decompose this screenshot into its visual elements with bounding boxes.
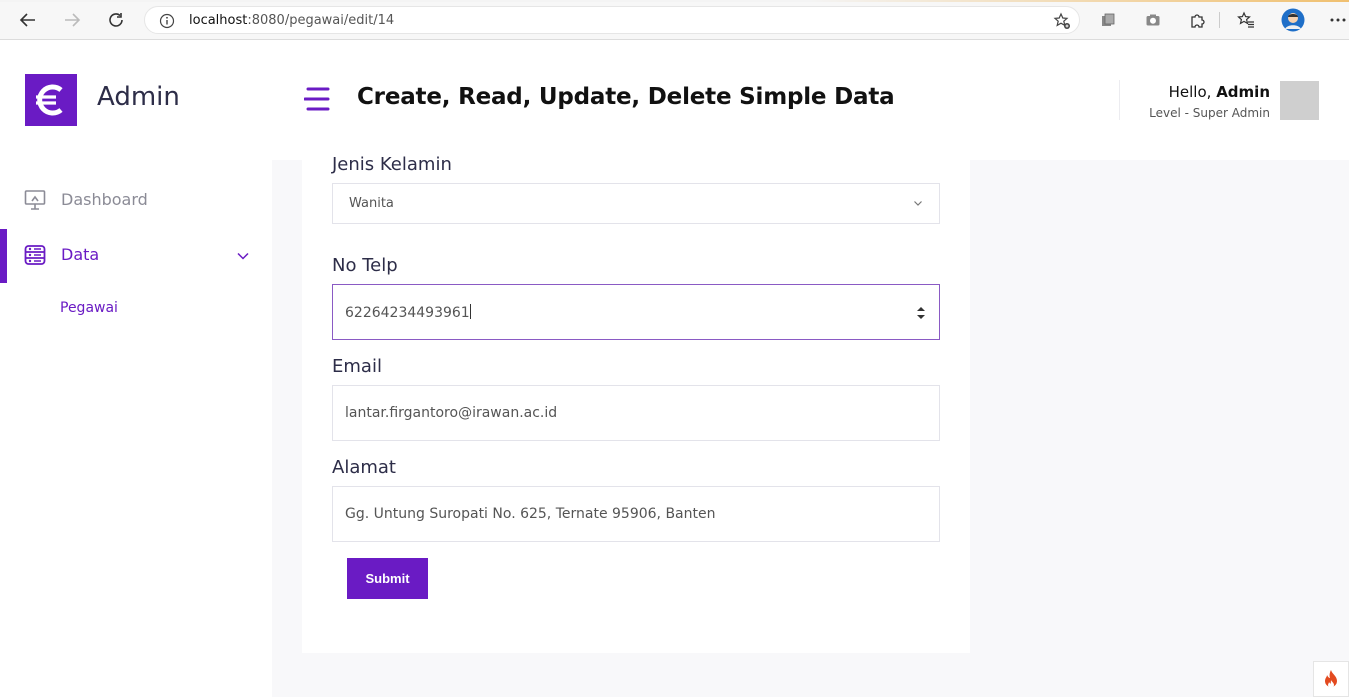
sidebar: Admin Dashboard Data Pegawai bbox=[0, 40, 272, 697]
forward-button[interactable] bbox=[60, 8, 84, 32]
user-level: Level - Super Admin bbox=[1149, 106, 1270, 120]
email-field-value: lantar.firgantoro@irawan.ac.id bbox=[345, 405, 558, 421]
email-field[interactable]: lantar.firgantoro@irawan.ac.id bbox=[332, 385, 940, 441]
page-header: Create, Read, Update, Delete Simple Data… bbox=[272, 40, 1349, 160]
brand-name: Admin bbox=[97, 82, 180, 112]
gender-label: Jenis Kelamin bbox=[332, 154, 452, 175]
address-label: Alamat bbox=[332, 457, 396, 478]
forward-arrow-icon bbox=[65, 13, 81, 27]
reload-button[interactable] bbox=[104, 8, 128, 32]
logo[interactable] bbox=[25, 74, 77, 126]
url-host: localhost bbox=[189, 13, 248, 28]
reload-icon bbox=[109, 13, 123, 27]
chevron-down-icon bbox=[914, 201, 922, 206]
flame-icon bbox=[1325, 670, 1337, 688]
sidebar-item-data[interactable]: Data bbox=[0, 229, 272, 283]
info-icon[interactable] bbox=[159, 13, 175, 29]
submit-button[interactable]: Submit bbox=[347, 558, 428, 599]
browser-toolbar: localhost:8080/pegawai/edit/14 bbox=[0, 0, 1349, 40]
address-field[interactable]: Gg. Untung Suropati No. 625, Ternate 959… bbox=[332, 486, 940, 542]
address-bar[interactable]: localhost:8080/pegawai/edit/14 bbox=[144, 6, 1080, 34]
url-path: :8080/pegawai/edit/14 bbox=[247, 13, 395, 28]
greeting-prefix: Hello, bbox=[1168, 83, 1212, 101]
database-icon bbox=[24, 245, 46, 265]
header-divider bbox=[1119, 80, 1120, 120]
page-title: Create, Read, Update, Delete Simple Data bbox=[357, 84, 895, 110]
submenu-item-pegawai[interactable]: Pegawai bbox=[60, 300, 118, 316]
loading-line bbox=[0, 0, 1349, 2]
user-greeting: Hello, Admin bbox=[1169, 83, 1270, 101]
more-options-icon[interactable] bbox=[1328, 10, 1348, 30]
sidebar-item-dashboard[interactable]: Dashboard bbox=[0, 174, 272, 228]
toolbar-divider bbox=[1219, 12, 1220, 28]
back-button[interactable] bbox=[16, 8, 40, 32]
chevron-down-icon bbox=[237, 252, 249, 260]
user-name: Admin bbox=[1216, 83, 1270, 101]
text-cursor bbox=[469, 304, 471, 319]
monitor-icon bbox=[24, 190, 46, 210]
phone-field[interactable]: 62264234493961 bbox=[332, 284, 940, 340]
email-label: Email bbox=[332, 356, 382, 377]
gender-select[interactable]: Wanita bbox=[332, 183, 940, 224]
avatar[interactable] bbox=[1280, 81, 1319, 120]
phone-field-value: 62264234493961 bbox=[345, 304, 471, 321]
collections-icon[interactable] bbox=[1098, 10, 1118, 30]
back-arrow-icon bbox=[19, 13, 35, 27]
extensions-icon[interactable] bbox=[1187, 10, 1207, 30]
active-indicator bbox=[0, 229, 7, 283]
phone-label: No Telp bbox=[332, 255, 398, 276]
favorite-add-icon[interactable] bbox=[1053, 12, 1071, 30]
hamburger-menu-icon[interactable] bbox=[304, 86, 330, 112]
number-spinner-icon[interactable] bbox=[915, 304, 927, 322]
profile-avatar-icon[interactable] bbox=[1281, 8, 1305, 32]
euro-c-logo-icon bbox=[36, 84, 63, 116]
camera-icon[interactable] bbox=[1143, 10, 1163, 30]
gender-select-value: Wanita bbox=[349, 196, 394, 211]
favorites-icon[interactable] bbox=[1236, 10, 1256, 30]
edit-form-card: Jenis Kelamin Wanita No Telp 62264234493… bbox=[302, 154, 970, 653]
sidebar-item-label: Data bbox=[61, 245, 100, 264]
url-text: localhost:8080/pegawai/edit/14 bbox=[189, 13, 394, 28]
address-field-value: Gg. Untung Suropati No. 625, Ternate 959… bbox=[345, 506, 716, 522]
sidebar-item-label: Dashboard bbox=[61, 190, 148, 209]
debug-toolbar-button[interactable] bbox=[1313, 661, 1349, 697]
